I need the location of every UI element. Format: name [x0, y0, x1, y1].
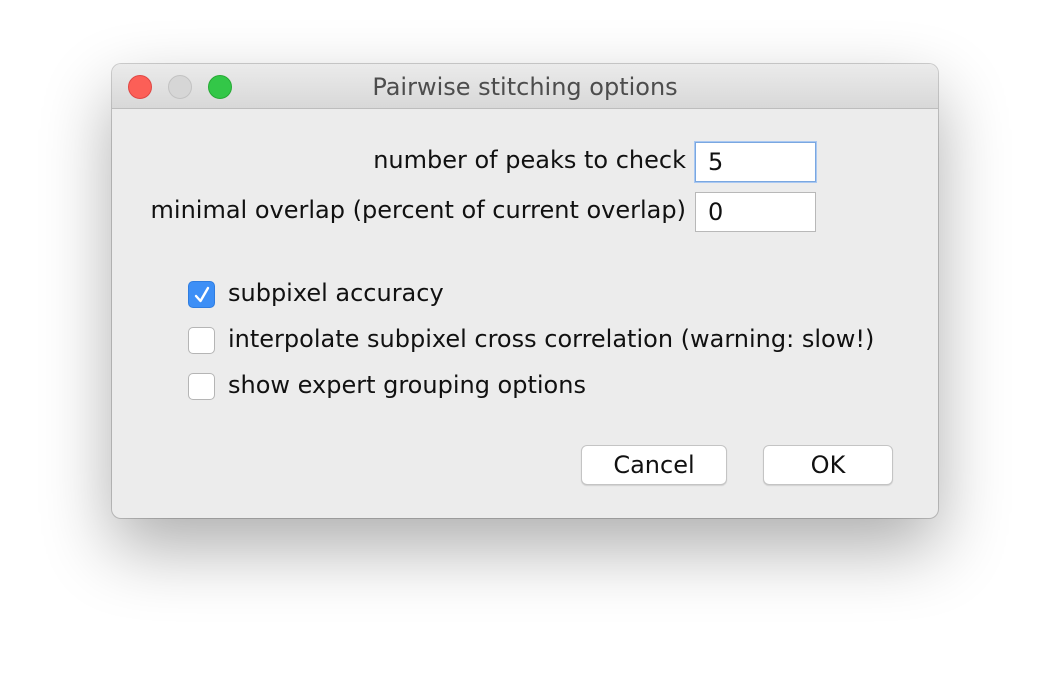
peaks-to-check-input[interactable] [695, 142, 816, 182]
minimal-overlap-input[interactable] [695, 192, 816, 232]
subpixel-accuracy-label: subpixel accuracy [228, 279, 444, 307]
ok-button[interactable]: OK [763, 445, 893, 485]
interpolate-subpixel-checkbox[interactable] [188, 327, 215, 354]
interpolate-subpixel-label: interpolate subpixel cross correlation (… [228, 325, 875, 353]
checkmark-icon [194, 286, 210, 303]
cancel-button[interactable]: Cancel [581, 445, 727, 485]
peaks-to-check-label: number of peaks to check [373, 146, 686, 174]
window-title: Pairwise stitching options [372, 73, 678, 101]
dialog-window: Pairwise stitching options number of pea… [112, 64, 938, 518]
subpixel-accuracy-checkbox[interactable] [188, 281, 215, 308]
expert-grouping-label: show expert grouping options [228, 371, 586, 399]
minimal-overlap-label: minimal overlap (percent of current over… [150, 196, 686, 224]
title-bar[interactable]: Pairwise stitching options [112, 64, 938, 109]
expert-grouping-checkbox[interactable] [188, 373, 215, 400]
